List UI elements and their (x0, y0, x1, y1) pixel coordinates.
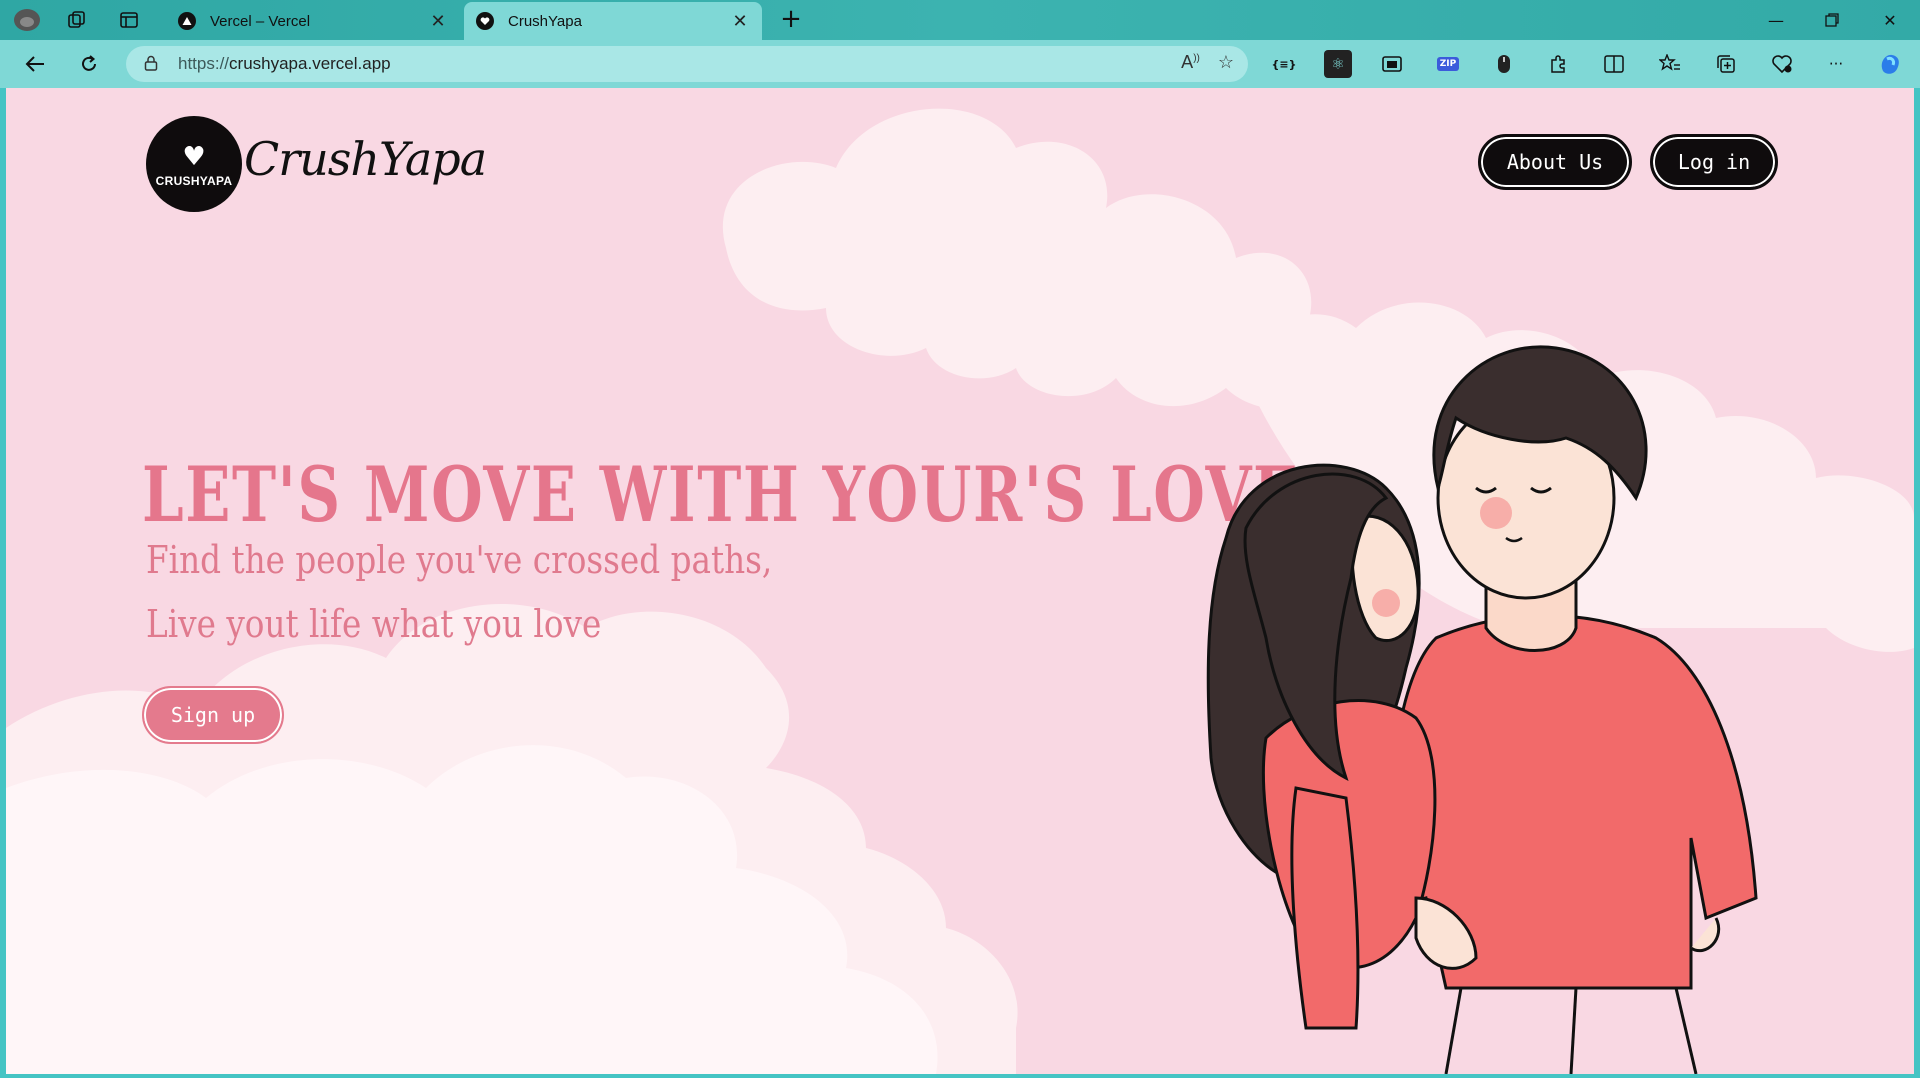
vertical-tabs-icon[interactable] (114, 6, 144, 34)
restore-icon[interactable] (1812, 6, 1852, 34)
close-window-icon[interactable]: ✕ (1870, 6, 1910, 34)
picture-in-picture-icon[interactable] (1378, 50, 1406, 78)
mouse-extension-icon[interactable] (1490, 50, 1518, 78)
hero-subline-2: Live yout life what you love (146, 602, 602, 646)
more-options-icon[interactable]: ··· (1822, 50, 1850, 78)
sign-up-button[interactable]: Sign up (142, 686, 284, 744)
log-in-button[interactable]: Log in (1650, 134, 1778, 190)
tab-title: CrushYapa (508, 12, 582, 30)
url-host: crushyapa.vercel.app (229, 54, 391, 73)
vercel-triangle-icon (178, 12, 196, 30)
url-protocol: https:// (178, 54, 230, 73)
close-tab-icon[interactable]: ✕ (428, 11, 448, 32)
crushyapa-landing-page: ♥ CRUSHYAPA CrushYapa About Us Log in LE… (6, 88, 1914, 1074)
minimize-icon[interactable]: — (1756, 6, 1796, 34)
tab-crushyapa[interactable]: CrushYapa ✕ (464, 2, 762, 40)
browser-essentials-icon[interactable] (1768, 50, 1796, 78)
lock-icon[interactable] (144, 55, 160, 74)
back-arrow-icon[interactable] (18, 48, 52, 80)
extensions-puzzle-icon[interactable] (1544, 50, 1572, 78)
brand-wordmark[interactable]: CrushYapa (244, 132, 487, 186)
address-bar[interactable]: https://crushyapa.vercel.app A)) ☆ (126, 46, 1248, 82)
profile-avatar-icon[interactable] (12, 6, 42, 34)
read-aloud-icon[interactable]: A)) (1181, 52, 1200, 73)
favorite-star-icon[interactable]: ☆ (1218, 52, 1234, 73)
react-devtools-icon[interactable]: ⚛ (1324, 50, 1352, 78)
heart-logo-icon: ♥ (182, 142, 206, 172)
zip-extension-icon[interactable]: ZIP (1434, 50, 1462, 78)
browser-toolbar: https://crushyapa.vercel.app A)) ☆ {≡} ⚛… (0, 40, 1920, 88)
hero-subline-1: Find the people you've crossed paths, (146, 538, 773, 582)
crushyapa-logo[interactable]: ♥ CRUSHYAPA (146, 116, 242, 212)
tab-vercel[interactable]: Vercel – Vercel ✕ (166, 2, 460, 40)
logo-text: CRUSHYAPA (155, 174, 233, 188)
workspaces-icon[interactable] (62, 6, 92, 34)
about-us-button[interactable]: About Us (1478, 134, 1632, 190)
couple-kissing-illustration (1206, 345, 1758, 1074)
crushyapa-favicon-icon (476, 12, 494, 30)
refresh-icon[interactable] (72, 48, 106, 80)
close-tab-icon[interactable]: ✕ (730, 11, 750, 32)
browser-tab-bar: Vercel – Vercel ✕ CrushYapa ✕ + — ✕ (0, 0, 1920, 40)
split-screen-icon[interactable] (1600, 50, 1628, 78)
url-text: https://crushyapa.vercel.app (178, 54, 391, 74)
copilot-icon[interactable] (1876, 50, 1904, 78)
hero-headline: LET'S MOVE WITH YOUR'S LOVE (142, 450, 1300, 539)
new-tab-plus-icon[interactable]: + (776, 4, 806, 34)
tab-title: Vercel – Vercel (210, 12, 311, 30)
json-extension-icon[interactable]: {≡} (1270, 50, 1298, 78)
collections-icon[interactable] (1712, 50, 1740, 78)
favorites-icon[interactable] (1656, 50, 1684, 78)
